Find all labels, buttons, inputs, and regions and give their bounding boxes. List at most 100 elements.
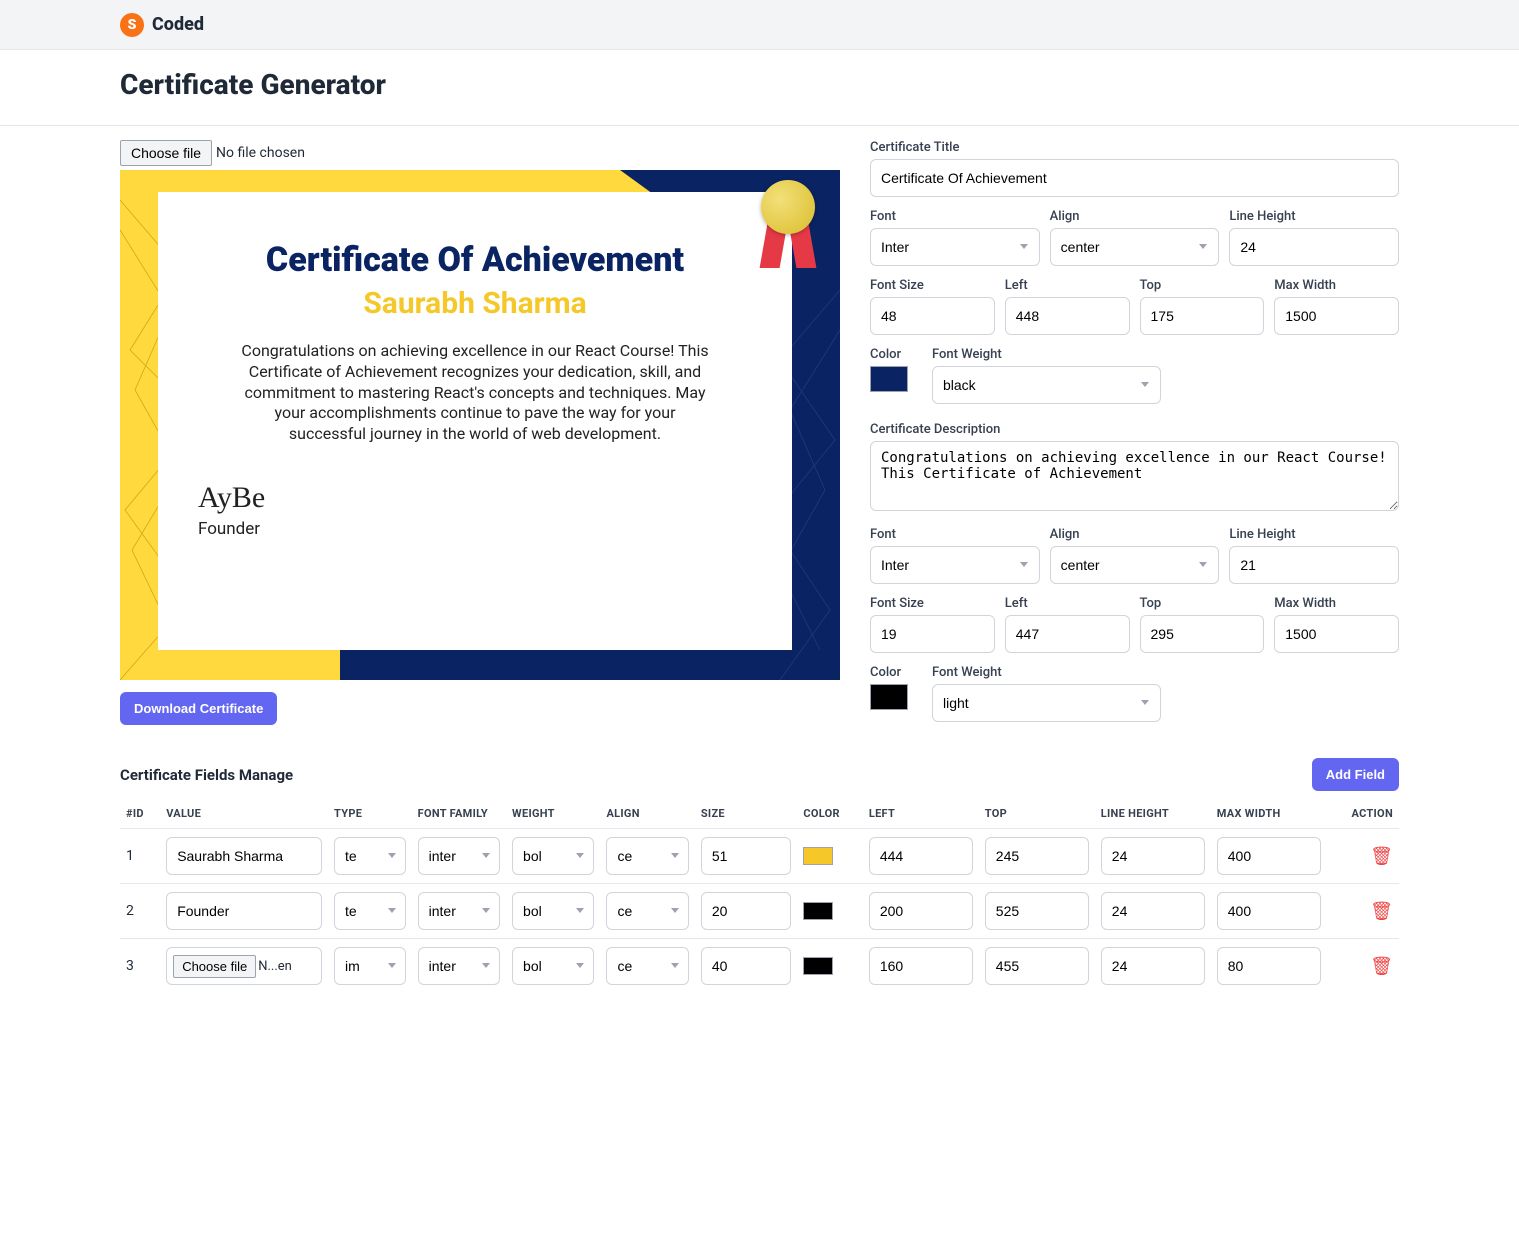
row-weight-select[interactable]: bol [512,837,594,875]
row-value-input[interactable] [166,837,322,875]
desc-font-select[interactable]: Inter [870,546,1040,584]
table-row: 3 Choose fileN...en im inter bol ce 🗑 [120,939,1399,994]
row-max-width-input[interactable] [1217,947,1321,985]
desc-top-label: Top [1140,596,1265,611]
table-row: 1 te inter bol ce 🗑 [120,829,1399,884]
certificate-preview: Certificate Of Achievement Saurabh Sharm… [120,170,840,680]
row-size-input[interactable] [701,892,792,930]
title-left-input[interactable] [1005,297,1130,335]
row-line-height-input[interactable] [1101,892,1205,930]
table-row: 2 te inter bol ce 🗑 [120,884,1399,939]
row-align-select[interactable]: ce [606,892,688,930]
row-value-input[interactable] [166,892,322,930]
row-color-swatch[interactable] [803,902,833,920]
certificate-title-label: Certificate Title [870,140,1399,155]
row-top-input[interactable] [985,837,1089,875]
row-max-width-input[interactable] [1217,892,1321,930]
title-font-select[interactable]: Inter [870,228,1040,266]
desc-align-select[interactable]: center [1050,546,1220,584]
trash-icon[interactable]: 🗑 [1370,956,1393,977]
row-size-input[interactable] [701,947,792,985]
fields-section-title: Certificate Fields Manage [120,766,293,784]
desc-max-width-input[interactable] [1274,615,1399,653]
certificate-role: Founder [198,519,752,539]
th-size: SIZE [695,799,798,829]
row-type-select[interactable]: te [334,837,406,875]
row-max-width-input[interactable] [1217,837,1321,875]
title-font-label: Font [870,209,1040,224]
row-top-input[interactable] [985,892,1089,930]
title-color-swatch[interactable] [870,366,908,392]
title-max-width-input[interactable] [1274,297,1399,335]
row-font-family-select[interactable]: inter [418,947,500,985]
th-color: COLOR [797,799,862,829]
row-weight-select[interactable]: bol [512,892,594,930]
title-align-select[interactable]: center [1050,228,1220,266]
row-size-input[interactable] [701,837,792,875]
row-line-height-input[interactable] [1101,947,1205,985]
desc-color-swatch[interactable] [870,684,908,710]
th-line-height: LINE HEIGHT [1095,799,1211,829]
desc-left-input[interactable] [1005,615,1130,653]
desc-font-weight-select[interactable]: light [932,684,1161,722]
brand-logo-icon: S [120,13,144,37]
certificate-title: Certificate Of Achievement [198,240,752,280]
th-action: ACTION [1327,799,1399,829]
row-align-select[interactable]: ce [606,947,688,985]
row-id: 2 [120,884,160,939]
desc-top-input[interactable] [1140,615,1265,653]
add-field-button[interactable]: Add Field [1312,758,1399,791]
certificate-signature: AyBe [198,481,752,515]
certificate-title-input[interactable] [870,159,1399,197]
row-type-select[interactable]: im [334,947,406,985]
desc-font-size-input[interactable] [870,615,995,653]
fields-table: #ID VALUE TYPE FONT FAMILY WEIGHT ALIGN … [120,799,1399,993]
row-left-input[interactable] [869,837,973,875]
download-certificate-button[interactable]: Download Certificate [120,692,277,725]
desc-font-size-label: Font Size [870,596,995,611]
th-max-width: MAX WIDTH [1211,799,1327,829]
title-left-label: Left [1005,278,1130,293]
page-title: Certificate Generator [120,68,1399,101]
desc-align-label: Align [1050,527,1220,542]
desc-line-height-label: Line Height [1229,527,1399,542]
row-font-family-select[interactable]: inter [418,837,500,875]
row-color-swatch[interactable] [803,847,833,865]
row-color-swatch[interactable] [803,957,833,975]
certificate-description-input[interactable] [870,441,1399,511]
th-value: VALUE [160,799,328,829]
title-top-input[interactable] [1140,297,1265,335]
row-top-input[interactable] [985,947,1089,985]
title-font-size-input[interactable] [870,297,995,335]
row-id: 1 [120,829,160,884]
row-line-height-input[interactable] [1101,837,1205,875]
row-font-family-select[interactable]: inter [418,892,500,930]
title-line-height-input[interactable] [1229,228,1399,266]
desc-max-width-label: Max Width [1274,596,1399,611]
desc-color-label: Color [870,665,922,680]
th-top: TOP [979,799,1095,829]
title-font-weight-select[interactable]: black [932,366,1161,404]
th-id: #ID [120,799,160,829]
trash-icon[interactable]: 🗑 [1370,901,1393,922]
ribbon-icon [754,180,822,280]
brand-name: Coded [152,14,204,35]
certificate-description: Congratulations on achieving excellence … [240,341,710,445]
row-align-select[interactable]: ce [606,837,688,875]
row-type-select[interactable]: te [334,892,406,930]
trash-icon[interactable]: 🗑 [1370,846,1393,867]
title-top-label: Top [1140,278,1265,293]
title-font-weight-label: Font Weight [932,347,1161,362]
th-align: ALIGN [600,799,694,829]
row-weight-select[interactable]: bol [512,947,594,985]
desc-line-height-input[interactable] [1229,546,1399,584]
th-left: LEFT [863,799,979,829]
desc-left-label: Left [1005,596,1130,611]
divider [0,125,1519,126]
row-file-button[interactable]: Choose file [173,955,256,978]
row-left-input[interactable] [869,947,973,985]
title-line-height-label: Line Height [1229,209,1399,224]
row-left-input[interactable] [869,892,973,930]
brand: S Coded [120,13,204,37]
choose-file-button[interactable]: Choose file [120,140,212,166]
